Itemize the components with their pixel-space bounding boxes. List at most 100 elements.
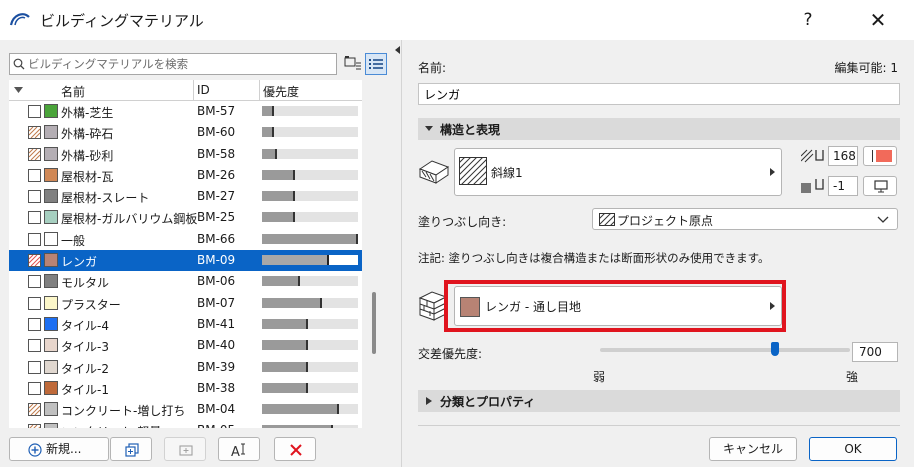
add-to-folder-button[interactable] [164, 437, 206, 461]
column-separator[interactable] [259, 80, 260, 101]
priority-bar-fill [262, 191, 295, 202]
priority-bar-fill [262, 361, 308, 372]
cut-fill-icon [418, 160, 450, 184]
table-row[interactable]: コンクリート-増し打ち BM-04 [9, 399, 362, 420]
table-row[interactable]: タイル-3 BM-40 [9, 335, 362, 356]
row-checkbox[interactable] [28, 339, 41, 353]
cut-fill-name: 斜線1 [491, 166, 523, 180]
table-row[interactable]: レンガ BM-09 [9, 250, 362, 272]
background-pen-number[interactable]: -1 [828, 176, 858, 196]
priority-bar [262, 191, 358, 202]
row-checkbox[interactable] [28, 232, 41, 246]
column-header-id[interactable]: ID [197, 83, 210, 97]
folder-view-button[interactable] [343, 53, 365, 75]
row-checkbox[interactable] [28, 296, 41, 310]
row-checkbox[interactable] [28, 403, 41, 417]
material-name: タイル-1 [61, 382, 109, 397]
fill-pen-color-button[interactable] [863, 146, 897, 166]
close-button[interactable]: ✕ [860, 4, 896, 36]
material-color-swatch [44, 274, 58, 289]
column-header-name[interactable]: 名前 [61, 83, 85, 100]
material-id: BM-39 [197, 359, 236, 374]
ok-button[interactable]: OK [809, 437, 897, 461]
priority-bar [262, 404, 358, 415]
table-row[interactable]: 屋根材-瓦 BM-26 [9, 165, 362, 186]
row-checkbox[interactable] [28, 211, 41, 225]
material-id: BM-38 [197, 380, 236, 395]
table-row[interactable]: 外構-砕石 BM-60 [9, 122, 362, 143]
row-checkbox[interactable] [28, 190, 41, 204]
rename-button[interactable]: A [218, 437, 260, 461]
new-material-button[interactable]: 新規... [9, 437, 109, 461]
row-checkbox[interactable] [28, 360, 41, 374]
row-checkbox[interactable] [28, 168, 41, 182]
cut-fill-picker[interactable]: 斜線1 [454, 148, 782, 196]
row-checkbox[interactable] [28, 254, 41, 268]
column-header-priority[interactable]: 優先度 [263, 83, 299, 100]
fill-pen-number[interactable]: 168 [828, 146, 858, 166]
row-checkbox[interactable] [28, 381, 41, 395]
material-color-swatch [44, 125, 58, 140]
material-name: コンクリート-軽量 [61, 423, 161, 428]
help-button[interactable]: ? [792, 4, 824, 36]
material-name: 外構-砂利 [61, 148, 114, 163]
priority-bar-fill [262, 255, 329, 266]
background-pen-button[interactable] [863, 176, 897, 196]
intersection-slider-track[interactable] [600, 348, 850, 352]
table-row[interactable]: タイル-2 BM-39 [9, 357, 362, 378]
table-row[interactable]: 屋根材-スレート BM-27 [9, 186, 362, 207]
material-name: 一般 [61, 233, 86, 248]
orientation-value: プロジェクト原点 [617, 214, 714, 228]
cancel-button[interactable]: キャンセル [709, 437, 797, 461]
orientation-dropdown[interactable]: プロジェクト原点 [592, 208, 898, 230]
intersection-slider-thumb[interactable] [771, 342, 779, 356]
material-id: BM-40 [197, 338, 236, 353]
table-row[interactable]: タイル-4 BM-41 [9, 314, 362, 335]
priority-bar-fill [262, 127, 274, 138]
material-name: 屋根材-スレート [61, 191, 150, 206]
duplicate-button[interactable] [110, 437, 152, 461]
window-title: ビルディングマテリアル [40, 12, 204, 30]
sort-chevron-down-icon[interactable] [14, 87, 23, 93]
row-checkbox[interactable] [28, 317, 41, 331]
table-row[interactable]: コンクリート-軽量 BM-05 [9, 420, 362, 428]
material-id: BM-26 [197, 167, 236, 182]
priority-bar [262, 127, 358, 138]
intersection-value[interactable]: 700 [852, 342, 898, 362]
table-row[interactable]: 外構-芝生 BM-57 [9, 101, 362, 122]
table-row[interactable]: タイル-1 BM-38 [9, 378, 362, 399]
search-icon [13, 58, 25, 70]
material-id: BM-05 [197, 423, 235, 428]
delete-button[interactable] [274, 437, 316, 461]
table-row[interactable]: プラスター BM-07 [9, 293, 362, 314]
table-row[interactable]: 外構-砂利 BM-58 [9, 144, 362, 165]
material-color-swatch [44, 338, 58, 353]
material-name-input[interactable] [418, 83, 900, 105]
priority-bar-fill [262, 340, 308, 351]
table-row[interactable]: 屋根材-ガルバリウム鋼板 BM-25 [9, 207, 362, 228]
row-checkbox[interactable] [28, 105, 41, 118]
material-color-swatch [44, 231, 58, 246]
list-view-button[interactable] [365, 53, 387, 75]
table-row[interactable]: モルタル BM-06 [9, 271, 362, 292]
category-section-header[interactable]: 分類とプロパティ [418, 390, 900, 412]
material-color-swatch [44, 253, 58, 268]
row-checkbox[interactable] [28, 424, 41, 428]
weak-label: 弱 [593, 370, 606, 384]
scrollbar-thumb[interactable] [372, 292, 376, 354]
table-header: 名前 ID 優先度 [9, 80, 362, 101]
priority-bar [262, 148, 358, 159]
structure-section-header[interactable]: 構造と表現 [418, 118, 900, 140]
column-separator[interactable] [193, 80, 194, 101]
material-name: 外構-芝生 [61, 106, 114, 120]
search-input[interactable] [28, 55, 328, 73]
priority-bar-fill [262, 276, 300, 287]
priority-bar [262, 169, 358, 180]
row-checkbox[interactable] [28, 126, 41, 140]
collapse-panel-icon[interactable] [395, 46, 400, 54]
table-row[interactable]: 一般 BM-66 [9, 229, 362, 250]
material-name: コンクリート-増し打ち [61, 404, 186, 419]
row-checkbox[interactable] [28, 147, 41, 161]
table-body: 外構-芝生 BM-57 外構-砕石 BM-60 外構-砂利 BM-58 屋根材-瓦 BM-26… [9, 101, 362, 428]
row-checkbox[interactable] [28, 275, 41, 289]
